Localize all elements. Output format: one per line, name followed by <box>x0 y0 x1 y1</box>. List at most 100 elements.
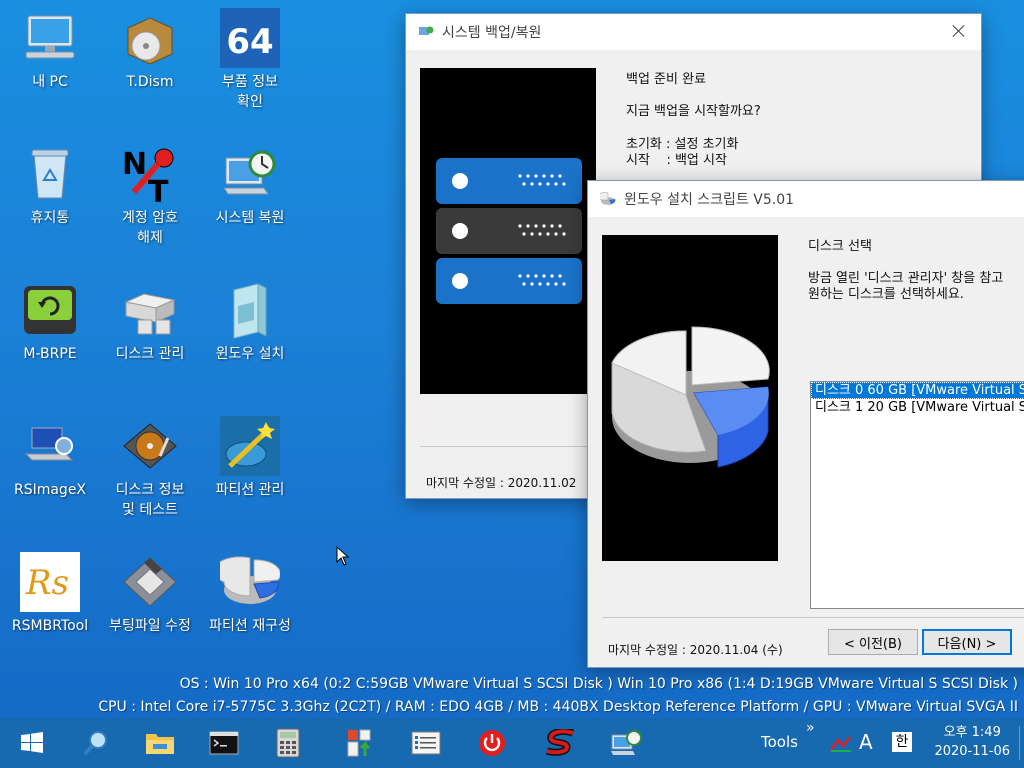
desktop-icon-label: T.Dism <box>126 74 174 90</box>
desktop-icon-tdism[interactable]: T.Dism <box>100 8 200 92</box>
show-desktop-divider[interactable] <box>1019 726 1020 760</box>
clock-date: 2020-11-06 <box>934 744 1010 759</box>
desktop-icon-label: RSMBRTool <box>11 618 89 634</box>
taskbar-search-button[interactable] <box>64 718 128 768</box>
disk-list-item[interactable]: 디스크 0 60 GB [VMware Virtual S <box>811 382 1024 399</box>
disk-management-icon <box>120 280 180 340</box>
terminal-icon <box>209 731 239 755</box>
ime-language-indicator[interactable]: A <box>859 730 873 754</box>
taskbar-installer-button[interactable] <box>328 718 392 768</box>
taskbar-sysrestore-button[interactable] <box>594 718 658 768</box>
folder-icon <box>146 734 174 754</box>
cpu-64-icon: 64 <box>220 8 280 68</box>
desktop-icon-label: 디스크 정보 및 테스트 <box>115 482 185 518</box>
next-button[interactable]: 다음(N) > <box>922 629 1012 655</box>
floppy-icon <box>120 552 180 612</box>
cpu-info-line: CPU : Intel Core i7-5775C 3.3Ghz (2C2T) … <box>98 699 1018 715</box>
disk-list[interactable]: 디스크 0 60 GB [VMware Virtual S 디스크 1 20 G… <box>810 381 1024 609</box>
prev-button[interactable]: < 이전(B) <box>828 629 918 655</box>
desktop-icon-label: 파티션 재구성 <box>209 618 291 634</box>
power-icon <box>479 730 505 756</box>
calculator-icon <box>276 728 300 758</box>
desktop-icon-m-brpe[interactable]: M-BRPE <box>0 280 100 364</box>
backup-start-line: 시작 : 백업 시작 <box>626 153 727 168</box>
install-window[interactable]: 윈도우 설치 스크립트 V5.01 디스크 선택 방금 열린 '디스크 관리자'… <box>587 180 1024 668</box>
desktop-icon-label: 계정 암호 해제 <box>122 210 178 246</box>
windows-logo-icon <box>21 732 43 753</box>
taskbar-explorer-button[interactable] <box>128 718 192 768</box>
desktop-icon-label: 파티션 관리 <box>215 482 285 498</box>
desktop-icon-password-reset[interactable]: N T 계정 암호 해제 <box>100 144 200 248</box>
install-app-icon <box>600 192 616 205</box>
magnifier-icon <box>83 731 107 756</box>
backup-heading: 백업 준비 완료 <box>626 72 707 87</box>
disk-list-item[interactable]: 디스크 1 20 GB [VMware Virtual S <box>811 399 1024 416</box>
desktop-icon-disk-management[interactable]: 디스크 관리 <box>100 280 200 364</box>
network-status-icon[interactable] <box>830 734 852 752</box>
desktop-icon-label: 시스템 복원 <box>215 210 285 226</box>
desktop-icon-label: 윈도우 설치 <box>215 346 285 362</box>
desktop-icon-my-pc[interactable]: 내 PC <box>0 8 100 92</box>
window-title: 시스템 백업/복원 <box>442 25 542 41</box>
svg-text:64: 64 <box>226 22 273 62</box>
ime-korean-label: 한 <box>895 734 909 750</box>
box-disc-icon <box>120 8 180 68</box>
desktop-icon-label: 내 PC <box>32 74 68 90</box>
system-restore-icon <box>611 730 642 755</box>
svg-text:T: T <box>148 175 169 204</box>
backup-footer: 마지막 수정일 : 2020.11.02 <box>426 476 577 490</box>
computer-icon <box>20 8 80 68</box>
window-titlebar[interactable]: 시스템 백업/복원 <box>406 14 981 50</box>
desktop-icon-boot-file-edit[interactable]: 부팅파일 수정 <box>100 552 200 636</box>
install-footer: 마지막 수정일 : 2020.11.04 (수) <box>608 643 783 657</box>
toolbar-chevron[interactable]: » <box>806 720 815 736</box>
desktop-icon-label: 부팅파일 수정 <box>109 618 191 634</box>
desktop-icon-rsimagex[interactable]: RSImageX <box>0 416 100 500</box>
clock-time: 오후 1:49 <box>943 725 1001 740</box>
close-icon[interactable] <box>951 23 967 39</box>
disk-select-heading: 디스크 선택 <box>808 239 872 254</box>
taskbar-cmd-button[interactable] <box>192 718 256 768</box>
mouse-cursor-icon <box>336 546 350 566</box>
desktop-icon-recycle-bin[interactable]: 휴지통 <box>0 144 100 228</box>
desktop-icon-partition-rebuild[interactable]: 파티션 재구성 <box>200 552 300 636</box>
hard-disk-icon <box>120 416 180 476</box>
desktop-icon-windows-install[interactable]: 윈도우 설치 <box>200 280 300 364</box>
window-titlebar[interactable]: 윈도우 설치 스크립트 V5.01 <box>588 181 1024 217</box>
taskbar-clock[interactable]: 오후 1:49 2020-11-06 <box>934 723 1010 761</box>
desktop-icon-label: 디스크 관리 <box>115 346 185 362</box>
svg-text:Rs: Rs <box>25 563 69 603</box>
desktop-icon-disk-info[interactable]: 디스크 정보 및 테스트 <box>100 416 200 520</box>
desktop-icon-hardware-info[interactable]: 64 부품 정보 확인 <box>200 8 300 112</box>
taskbar-calculator-button[interactable] <box>256 718 320 768</box>
start-button[interactable] <box>0 718 64 768</box>
installer-icon <box>347 729 371 757</box>
backup-question: 지금 백업을 시작할까요? <box>626 104 761 119</box>
taskbar-tasklist-button[interactable] <box>394 718 458 768</box>
nt-key-icon: N T <box>120 144 180 210</box>
desktop-icon-system-restore[interactable]: 시스템 복원 <box>200 144 300 228</box>
tools-toolbar-label[interactable]: Tools <box>761 733 798 751</box>
rs-logo-icon: Rs <box>20 552 80 612</box>
desktop-icon-label: RSImageX <box>13 482 87 498</box>
taskbar-app-s-button[interactable] <box>528 718 592 768</box>
desktop-icon-partition-manager[interactable]: 파티션 관리 <box>200 416 300 500</box>
windows-install-icon <box>220 280 280 340</box>
window-title: 윈도우 설치 스크립트 V5.01 <box>624 192 795 208</box>
recycle-bin-icon <box>20 144 80 204</box>
footer-divider <box>602 617 1024 618</box>
partition-pie-image <box>602 235 778 561</box>
desktop-icon-label: 휴지통 <box>30 210 70 226</box>
disk-select-desc-2: 원하는 디스크를 선택하세요. <box>808 287 964 302</box>
app-s-logo-icon <box>545 729 575 756</box>
taskbar: Tools » A 한 오후 1:49 2020-11-06 <box>0 718 1024 768</box>
task-list-icon <box>411 731 441 755</box>
window-body: 디스크 선택 방금 열린 '디스크 관리자' 창을 참고 원하는 디스크를 선택… <box>588 217 1024 667</box>
partition-wand-icon <box>220 416 280 476</box>
taskbar-power-button[interactable] <box>460 718 524 768</box>
desktop-icon-rsmbrtool[interactable]: Rs RSMBRTool <box>0 552 100 636</box>
backup-app-icon <box>419 26 434 35</box>
server-image <box>420 68 596 394</box>
os-info-line: OS : Win 10 Pro x64 (0:2 C:59GB VMware V… <box>179 676 1018 692</box>
ime-korean-toggle[interactable]: 한 <box>892 732 912 752</box>
